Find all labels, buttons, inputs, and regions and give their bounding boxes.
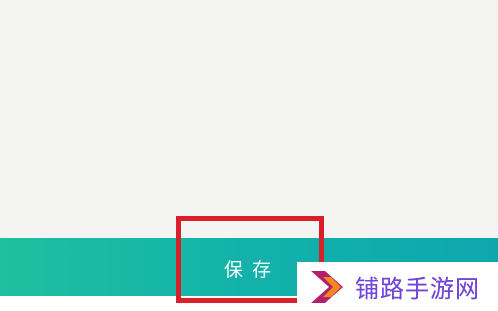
watermark: 铺路手游网 bbox=[297, 262, 498, 311]
watermark-text: 铺路手游网 bbox=[355, 269, 480, 304]
content-area bbox=[0, 0, 498, 238]
watermark-chevron-icon bbox=[311, 270, 343, 303]
save-button-label: 保存 bbox=[223, 258, 280, 281]
